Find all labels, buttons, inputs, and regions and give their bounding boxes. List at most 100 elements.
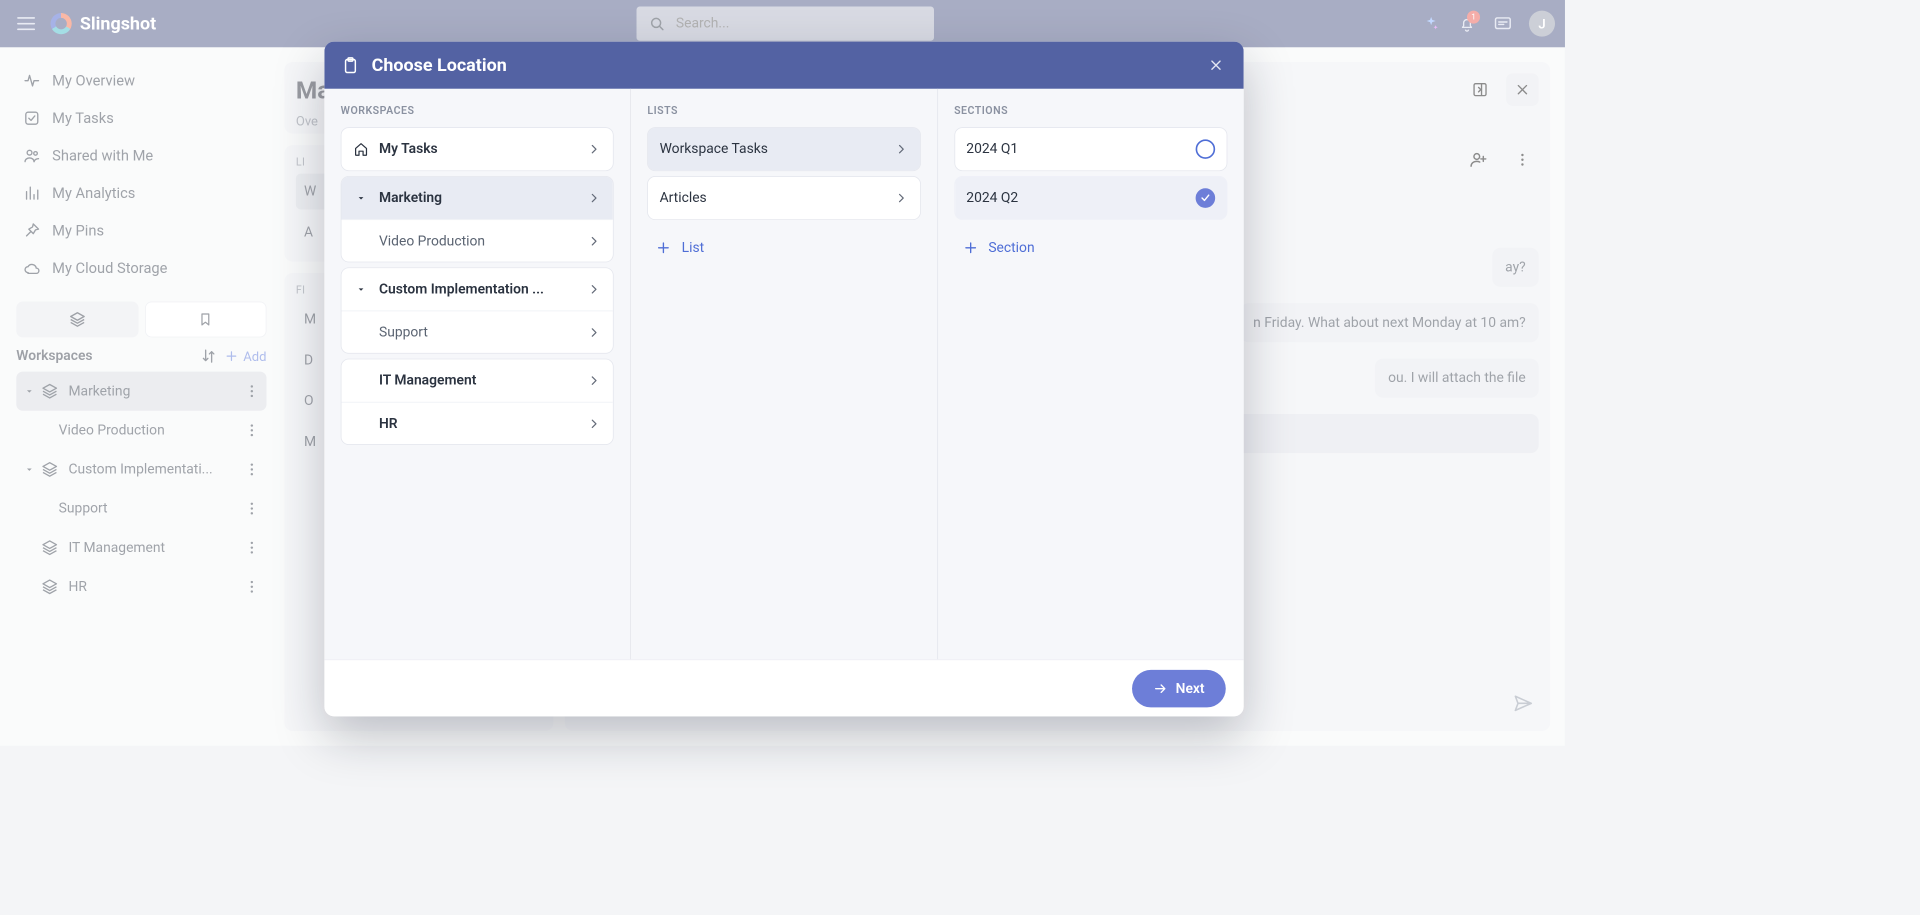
add-label: Add (243, 348, 266, 363)
workspaces-column: Workspaces My Tasks Marketing Video Prod… (324, 89, 630, 660)
tree-it[interactable]: IT Management (16, 528, 266, 567)
list-workspace-tasks[interactable]: Workspace Tasks (648, 128, 920, 170)
analytics-icon (23, 184, 41, 202)
radio-unchecked-icon[interactable] (1196, 139, 1216, 159)
row-label: Marketing (379, 190, 442, 206)
row-label: My Tasks (379, 141, 438, 157)
tree-video[interactable]: Video Production (16, 411, 266, 450)
more-icon[interactable] (244, 540, 260, 556)
nav-label: My Pins (52, 222, 104, 239)
list-articles[interactable]: Articles (648, 177, 920, 219)
collapse-panel-button[interactable] (1464, 73, 1497, 106)
messages-button[interactable] (1487, 7, 1520, 40)
add-section-button[interactable]: Section (954, 230, 1227, 266)
row-label: Video Production (379, 233, 485, 249)
notifications-button[interactable]: 1 (1451, 7, 1484, 40)
brand-logo[interactable]: Slingshot (51, 13, 157, 34)
user-avatar[interactable]: J (1529, 11, 1555, 37)
list-row-label: O (304, 393, 314, 409)
nav-my-tasks[interactable]: My Tasks (16, 99, 266, 136)
lists-column: Lists Workspace Tasks Articles List (630, 89, 937, 660)
more-icon[interactable] (244, 579, 260, 595)
column-header: Workspaces (341, 105, 614, 117)
workspace-custom[interactable]: Custom Implementation ... (341, 268, 613, 310)
send-button[interactable] (1506, 687, 1539, 720)
modal-header: Choose Location (324, 42, 1243, 89)
close-icon (1208, 57, 1224, 73)
nav-label: My Tasks (52, 110, 114, 127)
nav-my-overview[interactable]: My Overview (16, 62, 266, 99)
workspace-support[interactable]: Support (341, 311, 613, 353)
people-icon (23, 147, 41, 165)
row-label: HR (379, 415, 398, 431)
ai-button[interactable] (1415, 7, 1448, 40)
tree-marketing[interactable]: Marketing (16, 372, 266, 411)
panel-collapse-icon (1471, 81, 1489, 99)
hamburger-icon (17, 17, 35, 30)
nav-pins[interactable]: My Pins (16, 212, 266, 249)
nav-shared[interactable]: Shared with Me (16, 137, 266, 174)
chat-icon (1493, 14, 1513, 34)
add-list-button[interactable]: List (647, 230, 920, 266)
plus-icon (962, 240, 978, 256)
workspace-hr[interactable]: HR (341, 402, 613, 444)
next-button[interactable]: Next (1132, 670, 1226, 707)
section-2024-q2[interactable]: 2024 Q2 (955, 177, 1227, 219)
workspace-video[interactable]: Video Production (341, 219, 613, 261)
add-workspace-button[interactable]: Add (224, 348, 267, 363)
tree-support[interactable]: Support (16, 489, 266, 528)
list-row-label: M (304, 311, 316, 327)
menu-button[interactable] (10, 7, 43, 40)
more-icon[interactable] (244, 422, 260, 438)
list-row-label: D (304, 352, 313, 368)
chevron-right-icon (587, 191, 602, 206)
tree-hr[interactable]: HR (16, 567, 266, 606)
modal-close-button[interactable] (1205, 54, 1228, 77)
add-section-label: Section (988, 240, 1034, 256)
tree-custom[interactable]: Custom Implementati... (16, 450, 266, 489)
workspaces-heading: Workspaces (16, 348, 92, 364)
sort-icon[interactable] (199, 347, 217, 365)
home-icon (353, 141, 369, 157)
workspace-marketing[interactable]: Marketing (341, 177, 613, 219)
chat-bubble: ay? (1492, 248, 1539, 287)
filter-layers[interactable] (16, 302, 138, 338)
row-label: 2024 Q1 (966, 141, 1018, 157)
invite-button[interactable] (1462, 143, 1495, 176)
close-panel-button[interactable] (1506, 73, 1539, 106)
workspace-my-tasks[interactable]: My Tasks (341, 128, 613, 170)
row-label: Support (379, 324, 428, 340)
list-row-label: A (304, 224, 313, 240)
search-input[interactable] (676, 15, 923, 31)
search-box[interactable] (637, 7, 934, 41)
more-icon[interactable] (244, 500, 260, 516)
chat-bubble: ou. I will attach the file (1375, 359, 1539, 398)
radio-checked-icon[interactable] (1196, 188, 1216, 208)
chevron-right-icon (587, 325, 602, 340)
nav-cloud[interactable]: My Cloud Storage (16, 249, 266, 286)
row-label: 2024 Q2 (966, 190, 1018, 206)
add-list-label: List (682, 240, 705, 256)
chevron-right-icon (587, 373, 602, 388)
chevron-right-icon (894, 191, 909, 206)
filter-bookmarks[interactable] (145, 302, 267, 338)
chevron-right-icon (587, 282, 602, 297)
nav-analytics[interactable]: My Analytics (16, 174, 266, 211)
top-bar: Slingshot 1 J (0, 0, 1565, 47)
caret-down-icon (24, 464, 35, 475)
tree-label: IT Management (68, 540, 243, 556)
section-2024-q1[interactable]: 2024 Q1 (955, 128, 1227, 170)
chevron-right-icon (587, 416, 602, 431)
more-icon[interactable] (244, 461, 260, 477)
sections-column: Sections 2024 Q1 2024 Q2 Section (937, 89, 1244, 660)
more-icon[interactable] (244, 383, 260, 399)
bookmark-icon (197, 311, 213, 327)
more-icon (1514, 152, 1530, 168)
sidebar: My Overview My Tasks Shared with Me My A… (0, 47, 281, 745)
chevron-right-icon (894, 142, 909, 157)
chat-more-button[interactable] (1506, 143, 1539, 176)
workspace-it[interactable]: IT Management (341, 359, 613, 401)
plus-icon (656, 240, 672, 256)
plus-icon (224, 349, 239, 364)
caret-down-icon (355, 192, 366, 203)
